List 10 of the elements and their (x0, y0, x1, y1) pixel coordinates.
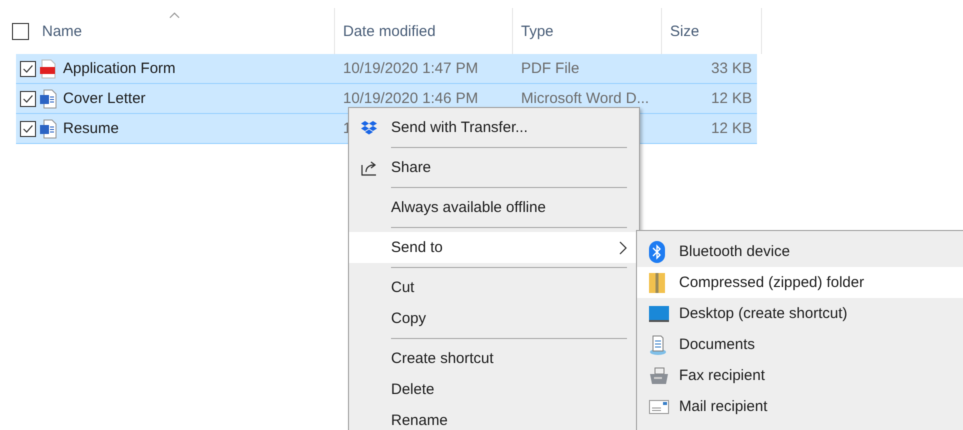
file-name: Application Form (63, 60, 176, 77)
file-size: 12 KB (711, 90, 752, 107)
date-modified: 10/19/2020 1:47 PM (343, 60, 478, 77)
file-size: 12 KB (711, 120, 752, 137)
file-type: Microsoft Word D... (521, 90, 650, 107)
file-name: Cover Letter (63, 90, 146, 107)
file-size: 33 KB (711, 60, 752, 77)
date-modified: 10/19/2020 1:46 PM (343, 90, 478, 107)
file-type: PDF File (521, 60, 580, 77)
file-name: Resume (63, 120, 119, 137)
